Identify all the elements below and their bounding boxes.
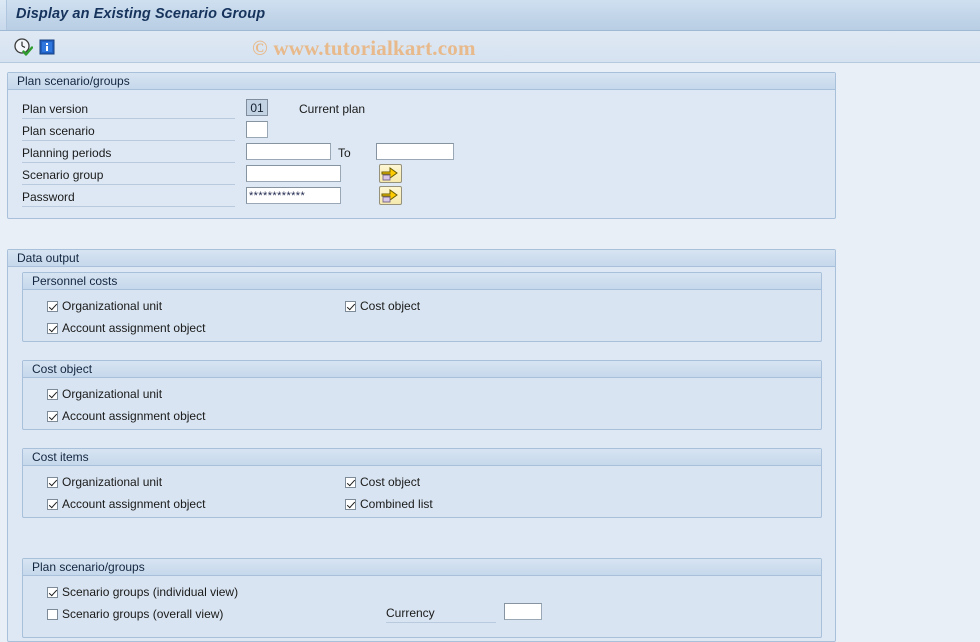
checkbox-scenario-groups-overall-view[interactable]: Scenario groups (overall view) xyxy=(47,607,223,621)
scenario-group-row-divider xyxy=(22,184,235,185)
currency-input[interactable] xyxy=(504,603,542,620)
checkbox-label: Account assignment object xyxy=(62,409,206,423)
personnel-costs-section: Personnel costs Organizational unit Acco… xyxy=(22,272,822,342)
plan-version-input[interactable] xyxy=(246,99,268,116)
checkbox-icon[interactable] xyxy=(47,388,58,400)
checkbox-label: Combined list xyxy=(360,497,433,511)
scenario-group-label: Scenario group xyxy=(22,168,104,182)
execute-icon[interactable] xyxy=(13,37,34,57)
checkbox-label: Scenario groups (overall view) xyxy=(62,607,224,621)
checkbox-cost-items-cost-object[interactable]: Cost object xyxy=(345,475,420,489)
checkbox-label: Organizational unit xyxy=(62,387,163,401)
cost-items-section: Cost items Organizational unit Account a… xyxy=(22,448,822,518)
checkbox-cost-items-organizational-unit[interactable]: Organizational unit xyxy=(47,475,162,489)
currency-label: Currency xyxy=(386,606,435,620)
checkbox-label: Organizational unit xyxy=(62,299,163,313)
checkbox-label: Account assignment object xyxy=(62,497,206,511)
checkbox-personnel-organizational-unit[interactable]: Organizational unit xyxy=(47,299,162,313)
application-toolbar xyxy=(0,31,980,63)
plan-version-description: Current plan xyxy=(299,102,366,116)
page-title: Display an Existing Scenario Group xyxy=(16,6,266,22)
planning-periods-from-input[interactable] xyxy=(246,143,331,160)
currency-row-divider xyxy=(386,622,496,623)
window-title-bar: Display an Existing Scenario Group xyxy=(0,0,980,31)
checkbox-cost-items-account-assignment-object[interactable]: Account assignment object xyxy=(47,497,205,511)
plan-scenario-groups-output-section: Plan scenario/groups Scenario groups (in… xyxy=(22,558,822,638)
plan-version-row-divider xyxy=(22,118,235,119)
title-bar-left-edge xyxy=(0,0,7,30)
checkbox-cost-object-organizational-unit[interactable]: Organizational unit xyxy=(47,387,162,401)
password-input[interactable] xyxy=(246,187,341,204)
checkbox-personnel-account-assignment-object[interactable]: Account assignment object xyxy=(47,321,205,335)
password-row-divider xyxy=(22,206,235,207)
checkbox-icon[interactable] xyxy=(47,608,58,620)
cost-object-header: Cost object xyxy=(23,361,821,378)
scenario-group-input[interactable] xyxy=(246,165,341,182)
checkbox-cost-object-account-assignment-object[interactable]: Account assignment object xyxy=(47,409,205,423)
planning-periods-to-input[interactable] xyxy=(376,143,454,160)
plan-scenario-groups-header: Plan scenario/groups xyxy=(8,73,835,90)
planning-periods-to-label: To xyxy=(338,146,351,160)
checkbox-scenario-groups-individual-view[interactable]: Scenario groups (individual view) xyxy=(47,585,238,599)
password-navigate-button[interactable] xyxy=(379,186,402,205)
checkbox-icon[interactable] xyxy=(47,476,58,488)
checkbox-label: Cost object xyxy=(360,475,421,489)
plan-version-label: Plan version xyxy=(22,102,89,116)
personnel-costs-header: Personnel costs xyxy=(23,273,821,290)
data-output-panel: Data output Personnel costs Organization… xyxy=(7,249,836,642)
checkbox-icon[interactable] xyxy=(47,498,58,510)
checkbox-icon[interactable] xyxy=(345,498,356,510)
checkbox-label: Organizational unit xyxy=(62,475,163,489)
plan-scenario-row-divider xyxy=(22,140,235,141)
plan-scenario-label: Plan scenario xyxy=(22,124,95,138)
info-icon[interactable] xyxy=(37,37,57,57)
planning-periods-label: Planning periods xyxy=(22,146,112,160)
checkbox-icon[interactable] xyxy=(47,300,58,312)
planning-periods-row-divider xyxy=(22,162,235,163)
checkbox-personnel-cost-object[interactable]: Cost object xyxy=(345,299,420,313)
checkbox-label: Account assignment object xyxy=(62,321,206,335)
cost-object-section: Cost object Organizational unit Account … xyxy=(22,360,822,430)
cost-items-header: Cost items xyxy=(23,449,821,466)
checkbox-icon[interactable] xyxy=(47,410,58,422)
plan-scenario-input[interactable] xyxy=(246,121,268,138)
checkbox-icon[interactable] xyxy=(47,322,58,334)
checkbox-label: Cost object xyxy=(360,299,421,313)
checkbox-icon[interactable] xyxy=(345,300,356,312)
checkbox-icon[interactable] xyxy=(345,476,356,488)
data-output-header: Data output xyxy=(8,250,835,267)
checkbox-icon[interactable] xyxy=(47,586,58,598)
password-label: Password xyxy=(22,190,75,204)
scenario-group-navigate-button[interactable] xyxy=(379,164,402,183)
plan-scenario-groups-output-header: Plan scenario/groups xyxy=(23,559,821,576)
checkbox-label: Scenario groups (individual view) xyxy=(62,585,239,599)
plan-scenario-groups-panel: Plan scenario/groups Plan version Curren… xyxy=(7,72,836,219)
checkbox-cost-items-combined-list[interactable]: Combined list xyxy=(345,497,433,511)
